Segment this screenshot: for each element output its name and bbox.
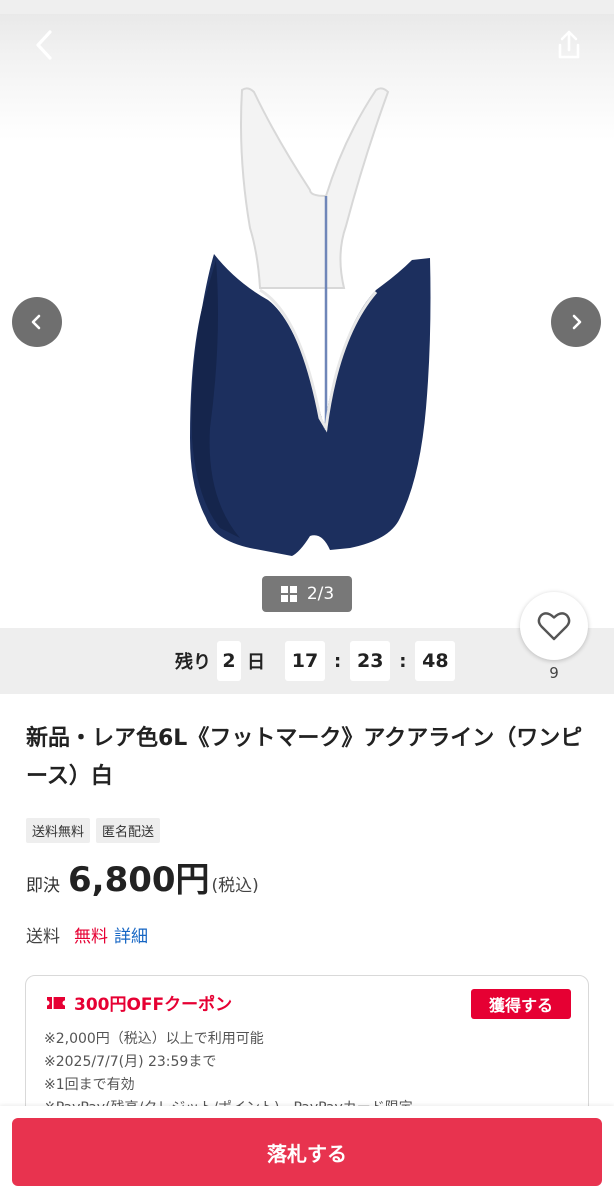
price-tax-note: (税込) (211, 876, 259, 896)
image-counter-text: 2/3 (306, 584, 335, 604)
bottom-action-bar: 落札する (0, 1106, 614, 1200)
countdown-days: 2 (217, 641, 241, 681)
shipping-row: 送料 無料 詳細 (26, 922, 148, 947)
tag-free-shipping: 送料無料 (26, 818, 91, 843)
status-strip (0, 0, 614, 14)
shipping-detail-link[interactable]: 詳細 (114, 922, 148, 947)
grid-icon (280, 586, 297, 602)
favorite-button[interactable] (520, 592, 588, 660)
favorite-count: 9 (549, 664, 559, 682)
share-icon (558, 30, 580, 59)
item-title: 新品・レア色6L《フットマーク》アクアライン（ワンピース）白 (26, 726, 583, 789)
item-tags: 送料無料 匿名配送 (26, 818, 161, 843)
coupon-title: 300円OFFクーポン (74, 995, 233, 1015)
countdown-minutes: 23 (350, 641, 391, 681)
chevron-left-icon (31, 314, 41, 330)
tag-anonymous-delivery: 匿名配送 (96, 818, 161, 843)
shipping-label: 送料 (26, 927, 60, 947)
shipping-value: 無料 (74, 927, 108, 947)
countdown-timer: 残り 2 日 17 : 23 : 48 (175, 640, 456, 682)
share-button[interactable] (548, 24, 590, 66)
prev-image-button[interactable] (12, 297, 62, 347)
countdown-separator: : (334, 650, 342, 672)
countdown-prefix: 残り (175, 652, 211, 673)
countdown-separator: : (399, 650, 407, 672)
coupon-note: ※2025/7/7(月) 23:59まで (44, 1054, 217, 1070)
countdown-days-unit: 日 (247, 652, 265, 673)
price-value: 6,800円 (68, 860, 210, 900)
bid-button[interactable]: 落札する (12, 1118, 602, 1186)
heart-icon (537, 612, 571, 641)
coupon-ticket-icon (47, 996, 65, 1009)
image-counter[interactable]: 2/3 (262, 576, 352, 612)
countdown-hours: 17 (285, 641, 325, 681)
countdown-seconds: 48 (415, 641, 456, 681)
image-gallery[interactable]: 2/3 (0, 0, 614, 628)
price-label: 即決 (26, 876, 60, 896)
price-row: 即決 6,800円 (税込) (26, 852, 259, 901)
coupon-get-button[interactable]: 獲得する (471, 989, 571, 1019)
back-button[interactable] (24, 24, 66, 66)
chevron-left-icon (36, 30, 52, 60)
product-image (190, 87, 431, 556)
coupon-header: 300円OFFクーポン (46, 990, 232, 1015)
chevron-right-icon (572, 314, 582, 330)
coupon-note: ※1回まで有効 (44, 1077, 135, 1093)
coupon-note: ※2,000円（税込）以上で利用可能 (44, 1031, 264, 1047)
next-image-button[interactable] (551, 297, 601, 347)
